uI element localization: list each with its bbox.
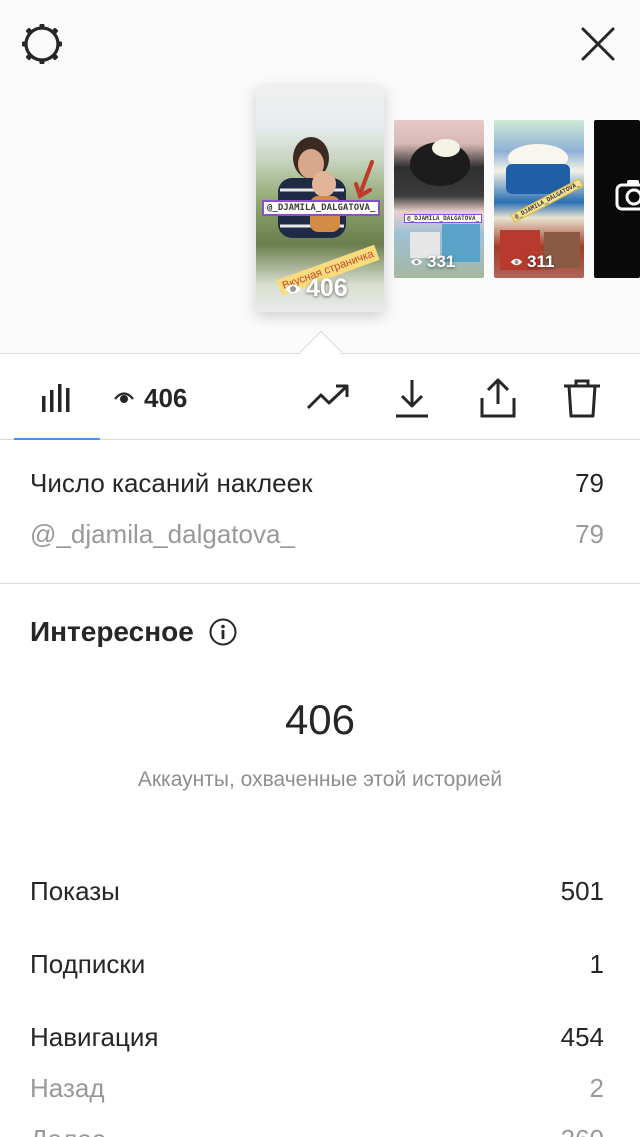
- story-insights-screen: @_DJAMILA_DALGATOVA_ Вкусная страничка 4…: [0, 0, 640, 1137]
- follows-row: Подписки 1: [30, 949, 604, 980]
- trash-icon: [564, 379, 600, 418]
- back-row: Назад 2: [30, 1073, 604, 1104]
- navigation-label: Навигация: [30, 1022, 159, 1052]
- trend-up-icon: [306, 384, 349, 410]
- story-view-count: 406: [284, 274, 348, 303]
- eye-icon: [114, 392, 134, 403]
- discovery-section-title: Интересное: [30, 616, 238, 648]
- navigation-value: 454: [560, 1022, 604, 1052]
- mention-label: @_djamila_dalgatova_: [30, 519, 295, 549]
- sticker-taps-mention-row: @_djamila_dalgatova_ 79: [30, 519, 604, 550]
- story-view-count: 331: [410, 252, 455, 272]
- share-button[interactable]: [476, 376, 520, 420]
- info-icon[interactable]: [208, 617, 238, 647]
- reach-value: 406: [284, 696, 356, 743]
- mention-sticker: @_DJAMILA_DALGATOVA_: [404, 214, 483, 223]
- bar-chart-icon: [42, 384, 70, 412]
- active-tab-indicator: [14, 438, 100, 440]
- impressions-label: Показы: [30, 876, 120, 906]
- close-icon: [581, 27, 615, 61]
- sticker-taps-value: 79: [575, 468, 604, 498]
- navigation-row: Навигация 454: [30, 1022, 604, 1053]
- settings-gear-icon: [22, 24, 62, 64]
- forward-row: Далее 360: [30, 1124, 604, 1137]
- promote-button[interactable]: [306, 376, 350, 420]
- arrow-sticker-icon: [354, 160, 374, 199]
- delete-button[interactable]: [560, 376, 604, 420]
- download-button[interactable]: [390, 376, 434, 420]
- mention-value: 79: [575, 519, 604, 549]
- story-view-count: 311: [510, 252, 554, 272]
- eye-icon: [510, 258, 523, 266]
- section-divider: [0, 583, 640, 584]
- reach-caption: Аккаунты, охваченные этой историей: [137, 768, 503, 791]
- follows-label: Подписки: [30, 949, 146, 979]
- sticker-taps-row: Число касаний наклеек 79: [30, 468, 604, 499]
- close-button[interactable]: [574, 20, 622, 68]
- tab-viewers[interactable]: 406: [114, 380, 187, 416]
- forward-label: Далее: [30, 1124, 106, 1137]
- action-bar: 406: [0, 354, 640, 440]
- impressions-value: 501: [560, 876, 604, 906]
- back-label: Назад: [30, 1073, 105, 1103]
- sticker-taps-label: Число касаний наклеек: [30, 468, 313, 498]
- back-value: 2: [589, 1073, 604, 1103]
- download-icon: [396, 380, 428, 418]
- mention-sticker: @_DJAMILA_DALGATOVA_: [262, 200, 381, 216]
- viewers-count: 406: [144, 382, 188, 413]
- eye-icon: [410, 258, 423, 266]
- share-icon: [480, 378, 516, 418]
- camera-icon: [615, 180, 640, 211]
- follows-value: 1: [589, 949, 604, 979]
- eye-icon: [285, 284, 301, 293]
- story-preview-strip: @_DJAMILA_DALGATOVA_ Вкусная страничка 4…: [0, 0, 640, 354]
- forward-value: 360: [561, 1124, 604, 1137]
- settings-button[interactable]: [18, 20, 66, 68]
- impressions-row: Показы 501: [30, 876, 604, 907]
